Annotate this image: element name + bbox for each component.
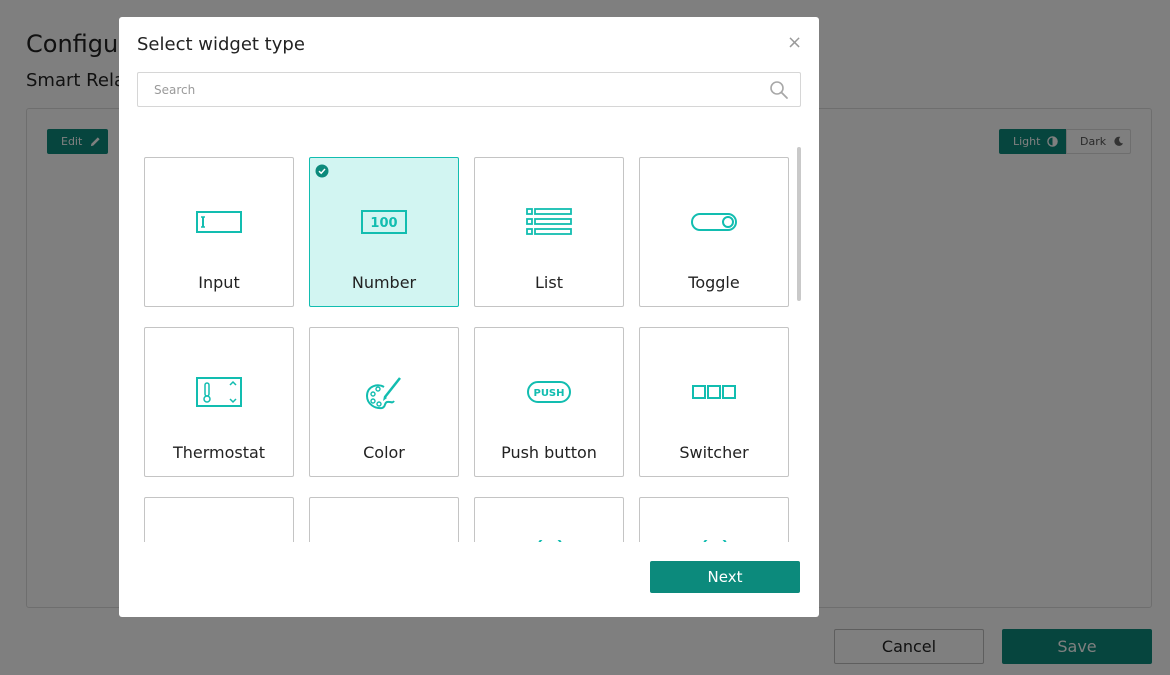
search-field	[137, 72, 801, 107]
widget-tile-number[interactable]: 100 Number	[309, 157, 459, 307]
widget-tile-input[interactable]: Input	[144, 157, 294, 307]
thermostat-icon	[196, 377, 242, 407]
partial-round-icon	[703, 540, 727, 542]
svg-text:100: 100	[370, 216, 397, 231]
widget-grid: Input 100 Number List Toggle Thermostat …	[137, 145, 807, 542]
search-input[interactable]	[138, 73, 758, 106]
widget-label: Switcher	[679, 443, 749, 462]
close-icon[interactable]: ×	[787, 32, 802, 53]
widget-label: Color	[363, 443, 405, 462]
widget-label: Thermostat	[172, 443, 266, 462]
search-icon[interactable]	[769, 80, 789, 100]
widget-tile-list[interactable]: List	[474, 157, 624, 307]
widget-label: Number	[351, 273, 417, 292]
widget-label: Toggle	[688, 273, 740, 292]
widget-tile[interactable]	[144, 497, 294, 542]
dialog-title: Select widget type	[137, 34, 305, 55]
partial-round-icon	[538, 540, 562, 542]
widget-tile-thermostat[interactable]: Thermostat	[144, 327, 294, 477]
widget-tile[interactable]	[309, 497, 459, 542]
svg-text:PUSH: PUSH	[533, 388, 564, 399]
widget-tile-toggle[interactable]: Toggle	[639, 157, 789, 307]
widget-label: Input	[198, 273, 240, 292]
widget-label: Push button	[501, 443, 597, 462]
check-circle-icon	[315, 164, 329, 178]
push-button-icon: PUSH	[527, 381, 571, 403]
widget-tile-push-button[interactable]: PUSH Push button	[474, 327, 624, 477]
grid-scrollbar[interactable]	[797, 147, 801, 301]
input-icon	[196, 211, 242, 233]
widget-label: List	[535, 273, 563, 292]
widget-tile-color[interactable]: Color	[309, 327, 459, 477]
switcher-icon	[692, 385, 736, 399]
widget-tile[interactable]	[474, 497, 624, 542]
widget-tile-switcher[interactable]: Switcher	[639, 327, 789, 477]
toggle-icon	[691, 213, 737, 231]
next-button[interactable]: Next	[650, 561, 800, 593]
select-widget-dialog: Select widget type × Input	[119, 17, 819, 617]
palette-icon	[365, 377, 401, 410]
widget-tile[interactable]	[639, 497, 789, 542]
number-100-icon: 100	[361, 210, 407, 234]
list-icon	[526, 208, 572, 235]
